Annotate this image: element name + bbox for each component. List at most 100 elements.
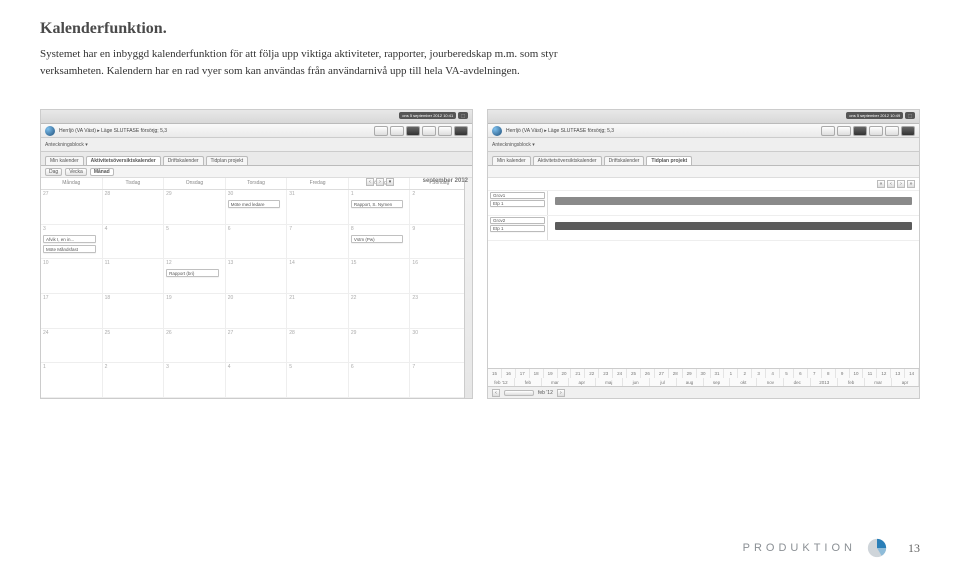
calendar-cell[interactable]: 2	[410, 190, 472, 225]
ruler-day: 15	[488, 369, 502, 378]
toolbar-button[interactable]	[438, 126, 452, 136]
subnav-label[interactable]: Anteckningsblock ▾	[45, 142, 88, 148]
tl-prev[interactable]: ‹	[887, 180, 895, 188]
calendar-cell[interactable]: 31	[287, 190, 349, 225]
day-number: 28	[289, 330, 295, 336]
toolbar-button[interactable]	[853, 126, 867, 136]
calendar-cell[interactable]: 1	[41, 363, 103, 398]
calendar-cell[interactable]: 19	[164, 294, 226, 329]
calendar-cell[interactable]: 15	[349, 259, 411, 294]
tl-first[interactable]: «	[877, 180, 885, 188]
tab-tidplan[interactable]: Tidplan projekt	[206, 156, 249, 165]
toolbar-button[interactable]	[821, 126, 835, 136]
month-grid[interactable]: 27282930Möte med ledare311Rapport, S. Ny…	[41, 190, 472, 398]
toolbar-button[interactable]	[837, 126, 851, 136]
timeline-bar[interactable]	[555, 222, 911, 230]
calendar-cell[interactable]: 7	[287, 225, 349, 260]
prev-month[interactable]: ‹	[366, 178, 374, 186]
calendar-cell[interactable]: 18	[103, 294, 165, 329]
tl-next[interactable]: ›	[897, 180, 905, 188]
zoom-prev[interactable]: ‹	[492, 389, 500, 397]
calendar-cell[interactable]: 4	[103, 225, 165, 260]
calendar-cell[interactable]: 6	[226, 225, 288, 260]
tab-tidplan[interactable]: Tidplan projekt	[646, 156, 692, 165]
calendar-cell[interactable]: 25	[103, 329, 165, 364]
timeline-lane[interactable]	[548, 216, 919, 240]
toolbar-button[interactable]	[390, 126, 404, 136]
toolbar-button[interactable]	[885, 126, 899, 136]
calendar-event[interactable]: Vstm (Pw)	[351, 235, 404, 243]
month-menu[interactable]: ▾	[386, 178, 394, 186]
group-chip[interactable]: Grov2	[490, 217, 545, 224]
toolbar-button[interactable]	[901, 126, 915, 136]
tab-drift[interactable]: Driftskalender	[163, 156, 204, 165]
day-number: 14	[289, 260, 295, 266]
toolbar-button[interactable]	[869, 126, 883, 136]
calendar-cell[interactable]: 12Rapport (bri)	[164, 259, 226, 294]
calendar-cell[interactable]: 5	[287, 363, 349, 398]
calendar-cell[interactable]: 30	[410, 329, 472, 364]
calendar-cell[interactable]: 28	[103, 190, 165, 225]
calendar-cell[interactable]: 13	[226, 259, 288, 294]
group-chip[interactable]: Etp 1	[490, 225, 545, 232]
calendar-cell[interactable]: 10	[41, 259, 103, 294]
group-chip[interactable]: Etp 1	[490, 200, 545, 207]
zoom-segment[interactable]	[504, 390, 534, 396]
subnav-label[interactable]: Anteckningsblock ▾	[492, 142, 535, 148]
calendar-cell[interactable]: 9	[410, 225, 472, 260]
tab-aktivitet[interactable]: Aktivitetsöversiktskalender	[533, 156, 602, 165]
tl-last[interactable]: »	[907, 180, 915, 188]
calendar-cell[interactable]: 14	[287, 259, 349, 294]
calendar-cell[interactable]: 22	[349, 294, 411, 329]
tab-aktivitet[interactable]: Aktivitetsöversiktskalender	[86, 156, 161, 165]
calendar-cell[interactable]: 28	[287, 329, 349, 364]
calendar-cell[interactable]: 21	[287, 294, 349, 329]
ruler-day: 14	[905, 369, 919, 378]
calendar-cell[interactable]: 6	[349, 363, 411, 398]
toolbar-button[interactable]	[374, 126, 388, 136]
calendar-event[interactable]: Möte med ledare	[228, 200, 281, 208]
toolbar-button[interactable]	[454, 126, 468, 136]
calendar-cell[interactable]: 4	[226, 363, 288, 398]
toolbar-button[interactable]	[406, 126, 420, 136]
calendar-cell[interactable]: 1Rapport, S. Nymen	[349, 190, 411, 225]
day-number: 29	[351, 330, 357, 336]
group-chip[interactable]: Grov1	[490, 192, 545, 199]
calendar-cell[interactable]: 20	[226, 294, 288, 329]
calendar-cell[interactable]: 27	[41, 190, 103, 225]
view-week[interactable]: Vecka	[65, 168, 87, 176]
calendar-cell[interactable]: 2	[103, 363, 165, 398]
calendar-event[interactable]: Afvik I, en in...	[43, 235, 96, 243]
calendar-cell[interactable]: 27	[226, 329, 288, 364]
calendar-cell[interactable]: 7	[410, 363, 472, 398]
zoom-next[interactable]: ›	[557, 389, 565, 397]
calendar-cell[interactable]: 26	[164, 329, 226, 364]
side-handle[interactable]	[464, 178, 472, 398]
calendar-cell[interactable]: 30Möte med ledare	[226, 190, 288, 225]
calendar-cell[interactable]: 3	[164, 363, 226, 398]
next-month[interactable]: ›	[376, 178, 384, 186]
calendar-event[interactable]: Rapport, S. Nymen	[351, 200, 404, 208]
calendar-cell[interactable]: 17	[41, 294, 103, 329]
day-number: 3	[43, 226, 46, 232]
calendar-cell[interactable]: 24	[41, 329, 103, 364]
calendar-cell[interactable]: 5	[164, 225, 226, 260]
view-month[interactable]: Månad	[90, 168, 114, 176]
calendar-event[interactable]: Rapport (bri)	[166, 269, 219, 277]
calendar-cell[interactable]: 29	[349, 329, 411, 364]
calendar-cell[interactable]: 29	[164, 190, 226, 225]
calendar-event[interactable]: Möte Måndsfast	[43, 245, 96, 253]
timeline-bar[interactable]	[555, 197, 911, 205]
timeline-lane[interactable]	[548, 191, 919, 215]
view-day[interactable]: Dag	[45, 168, 62, 176]
calendar-cell[interactable]: 3 Afvik I, en in... Möte Måndsfast	[41, 225, 103, 260]
tab-min-kalender[interactable]: Min kalender	[492, 156, 531, 165]
calendar-cell[interactable]: 8Vstm (Pw)	[349, 225, 411, 260]
calendar-cell[interactable]: 16	[410, 259, 472, 294]
tab-min-kalender[interactable]: Min kalender	[45, 156, 84, 165]
toolbar-button[interactable]	[422, 126, 436, 136]
tab-drift[interactable]: Driftskalender	[604, 156, 645, 165]
calendar-cell[interactable]: 11	[103, 259, 165, 294]
calendar-cell[interactable]: 23	[410, 294, 472, 329]
timeline-toolbar	[488, 166, 919, 178]
